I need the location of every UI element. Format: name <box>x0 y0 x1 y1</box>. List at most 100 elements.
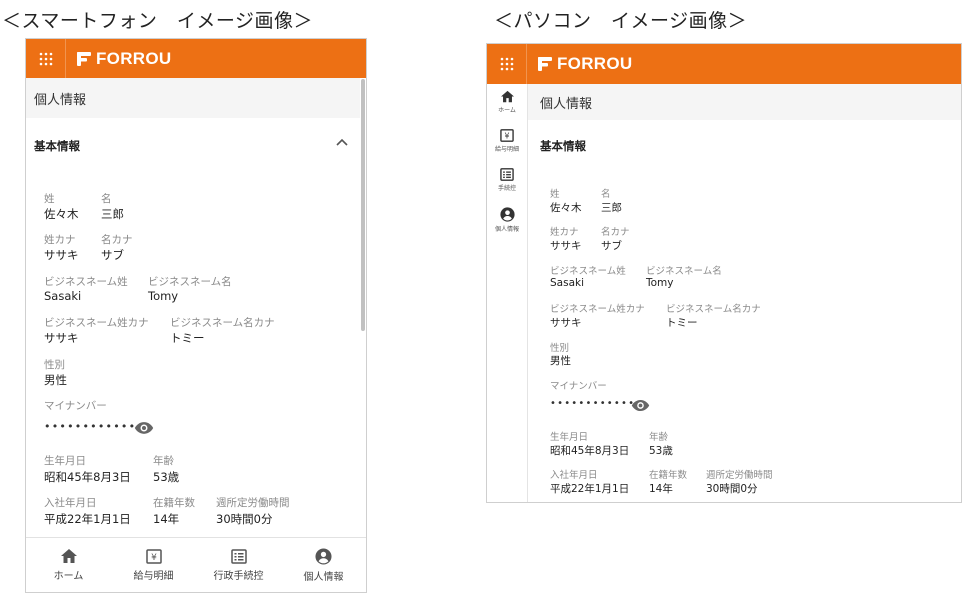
logo-mark-icon <box>77 51 91 66</box>
field-label: 入社年月日 <box>44 497 97 509</box>
field-label: ビジネスネーム名 <box>148 276 232 288</box>
field-label: 入社年月日 <box>550 470 598 481</box>
field-label: 年齢 <box>649 432 669 443</box>
field-value: 佐々木 <box>550 202 582 214</box>
field-value: ササキ <box>44 331 79 345</box>
section-title: 基本情報 <box>34 139 80 153</box>
nav-label: 行政手続控 <box>213 570 264 582</box>
field-label: ビジネスネーム姓 <box>550 266 626 277</box>
field-label: 性別 <box>550 343 570 354</box>
field-label: マイナンバー <box>550 381 607 392</box>
field-value: Sasaki <box>550 277 585 289</box>
my-number-masked: •••••••••••• <box>550 398 636 409</box>
menu-button[interactable] <box>26 39 66 78</box>
nav-home[interactable]: ホーム <box>26 538 111 592</box>
field-label: 名カナ <box>101 234 133 246</box>
nav-label: 給与明細 <box>494 146 519 153</box>
nav-label: ホーム <box>53 571 84 582</box>
my-number-masked: •••••••••••• <box>44 420 137 433</box>
form-icon <box>230 548 247 564</box>
field-value: 30時間0分 <box>706 483 758 495</box>
nav-profile[interactable]: 個人情報 <box>487 207 527 240</box>
yen-slip-icon: ¥ <box>500 129 514 142</box>
section-title: 基本情報 <box>540 139 586 153</box>
app-header: FORROU <box>26 39 366 78</box>
field-label: 生年月日 <box>550 432 589 443</box>
field-label: 姓 <box>44 193 55 205</box>
chevron-up-icon[interactable] <box>336 138 348 146</box>
field-label: 在籍年数 <box>153 497 195 509</box>
field-value: 平成22年1月1日 <box>44 512 131 526</box>
smartphone-screen: FORROU 個人情報 基本情報 姓 佐々木 名 三郎 姓カナ ササキ 名カナ … <box>25 38 367 593</box>
page-title: 個人情報 <box>26 78 360 118</box>
field-value: ササキ <box>44 248 79 262</box>
field-value: ササキ <box>550 317 582 329</box>
field-value: 30時間0分 <box>216 512 273 526</box>
field-value: 昭和45年8月3日 <box>550 445 630 457</box>
field-label: ビジネスネーム姓カナ <box>550 304 645 315</box>
smartphone-caption: ＜スマートフォン イメージ画像＞ <box>2 10 314 32</box>
nav-label: ホーム <box>498 107 516 114</box>
app-header: FORROU <box>487 44 961 84</box>
side-nav: ホーム ¥ 給与明細 手続控 個人情報 <box>487 84 528 502</box>
yen-slip-icon: ¥ <box>145 548 162 564</box>
field-label: 姓カナ <box>44 234 76 246</box>
nav-profile[interactable]: 個人情報 <box>281 538 366 592</box>
grid-icon <box>500 57 513 71</box>
account-circle-icon <box>315 547 332 565</box>
field-label: 週所定労働時間 <box>706 470 773 481</box>
field-value: サブ <box>601 240 622 252</box>
nav-procedure[interactable]: 手続控 <box>487 168 527 201</box>
scrollbar[interactable] <box>361 79 365 331</box>
field-value: 昭和45年8月3日 <box>44 470 131 484</box>
field-label: ビジネスネーム姓 <box>44 276 128 288</box>
pc-caption: ＜パソコン イメージ画像＞ <box>494 10 748 32</box>
field-label: ビジネスネーム姓カナ <box>44 317 149 329</box>
field-value: 14年 <box>649 483 673 495</box>
home-icon <box>500 90 514 103</box>
logo[interactable]: FORROU <box>76 49 171 69</box>
page-title: 個人情報 <box>528 84 961 120</box>
logo[interactable]: FORROU <box>537 54 632 74</box>
field-value: 三郎 <box>601 202 622 214</box>
eye-icon[interactable] <box>631 399 650 412</box>
field-value: Tomy <box>148 289 179 303</box>
menu-button[interactable] <box>487 44 527 84</box>
field-label: 性別 <box>44 359 65 371</box>
field-value: 53歳 <box>649 445 673 457</box>
field-value: トミー <box>170 331 205 345</box>
field-label: マイナンバー <box>44 400 107 412</box>
field-value: 53歳 <box>153 470 180 484</box>
field-value: Tomy <box>646 277 674 289</box>
nav-label: 給与明細 <box>133 570 174 582</box>
field-label: 名 <box>601 189 611 200</box>
account-circle-icon <box>499 207 515 222</box>
logo-text: FORROU <box>96 48 172 68</box>
logo-mark-icon <box>538 57 552 71</box>
field-value: トミー <box>666 317 698 329</box>
nav-label: 個人情報 <box>494 226 519 233</box>
nav-salary[interactable]: ¥ 給与明細 <box>111 538 196 592</box>
field-value: サブ <box>101 248 124 262</box>
nav-label: 個人情報 <box>303 571 344 583</box>
nav-home[interactable]: ホーム <box>487 90 527 123</box>
field-label: 姓カナ <box>550 227 579 238</box>
nav-salary[interactable]: ¥ 給与明細 <box>487 129 527 162</box>
svg-text:¥: ¥ <box>151 553 157 563</box>
field-label: 名カナ <box>601 227 630 238</box>
nav-procedure[interactable]: 行政手続控 <box>196 538 281 592</box>
field-label: 生年月日 <box>44 455 86 467</box>
field-label: 姓 <box>550 189 560 200</box>
nav-label: 手続控 <box>497 185 516 192</box>
svg-text:¥: ¥ <box>505 132 510 141</box>
logo-text: FORROU <box>557 54 633 73</box>
pc-screen: FORROU ホーム ¥ 給与明細 手続控 個人情報 個人情報 基本情報 姓 佐… <box>486 43 962 503</box>
field-value: 三郎 <box>101 207 124 221</box>
field-label: ビジネスネーム名カナ <box>666 304 761 315</box>
field-value: ササキ <box>550 240 582 252</box>
form-icon <box>500 168 514 181</box>
field-label: 週所定労働時間 <box>216 497 290 509</box>
grid-icon <box>39 52 52 65</box>
eye-icon[interactable] <box>134 421 154 435</box>
field-value: 14年 <box>153 512 180 526</box>
